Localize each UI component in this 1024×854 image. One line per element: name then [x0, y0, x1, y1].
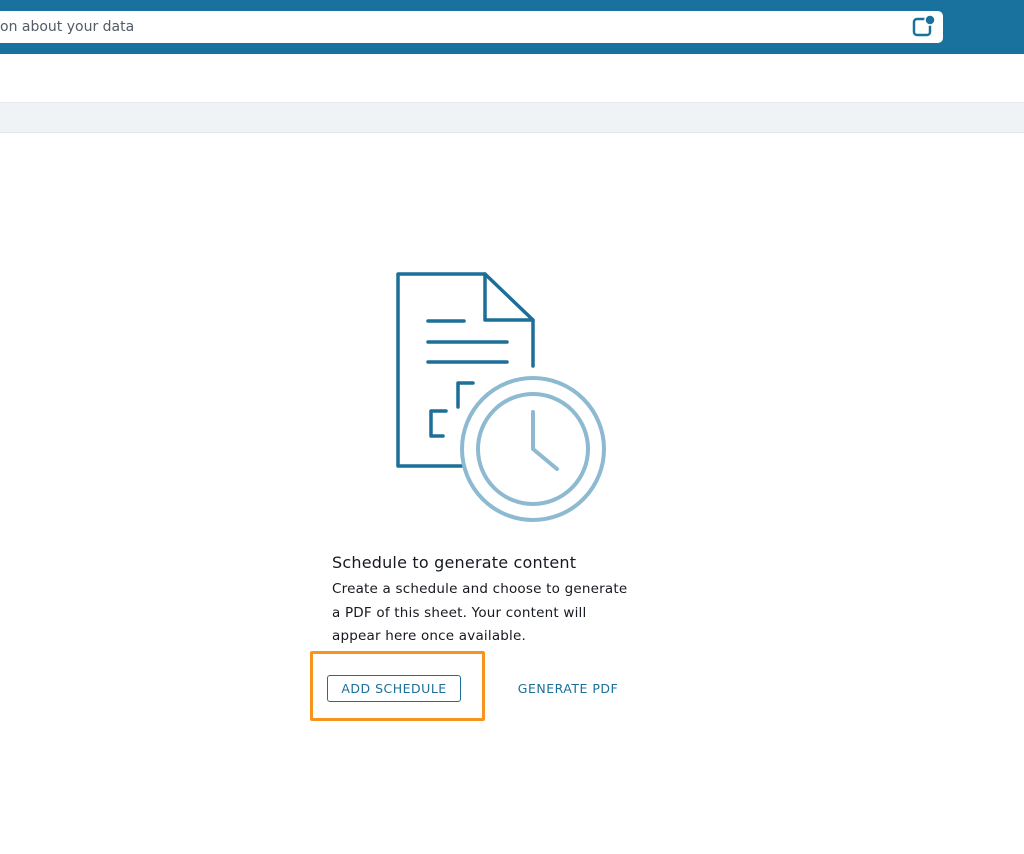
empty-state-description: Create a schedule and choose to generate…	[332, 581, 628, 644]
chat-button[interactable]	[908, 13, 938, 41]
document-clock-icon	[396, 272, 606, 522]
empty-state-title: Schedule to generate content	[332, 553, 577, 572]
document-clock-illustration	[380, 262, 620, 532]
top-bar: on about your data	[0, 0, 1024, 54]
chat-bubble-icon	[912, 14, 936, 37]
generate-pdf-button[interactable]: GENERATE PDF	[506, 675, 630, 702]
sub-header	[0, 54, 1024, 102]
toolbar-strip	[0, 102, 1024, 133]
search-input[interactable]: on about your data	[0, 11, 943, 43]
add-schedule-button[interactable]: ADD SCHEDULE	[327, 675, 461, 702]
search-input-text: on about your data	[0, 19, 135, 35]
